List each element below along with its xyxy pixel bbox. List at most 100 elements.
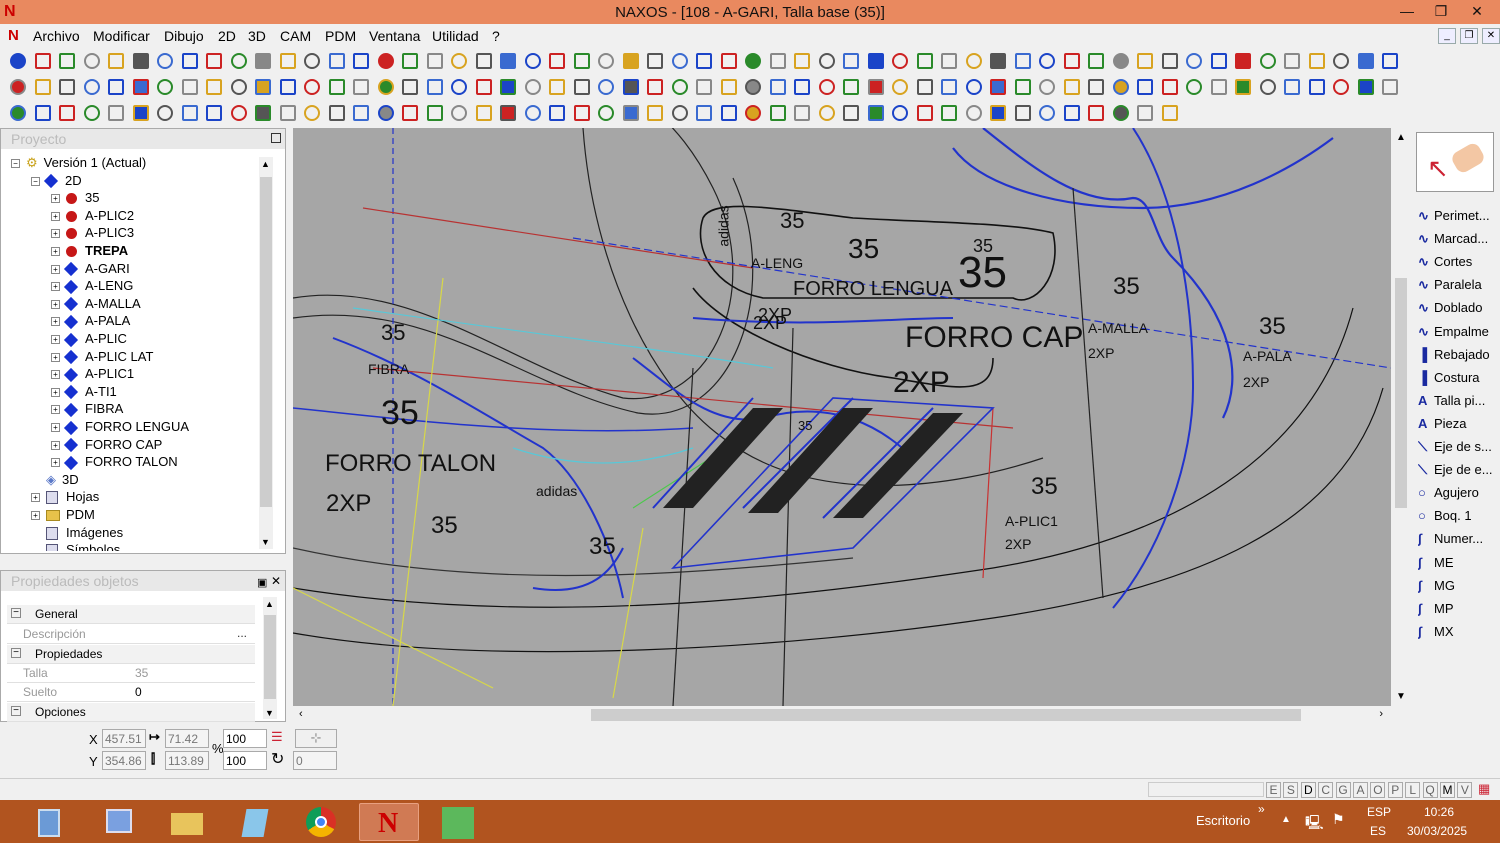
rotate-icon[interactable]: ↻ — [271, 749, 284, 769]
toolbar-tool-icon[interactable] — [255, 79, 271, 95]
toolbar-tool-icon[interactable] — [916, 105, 933, 121]
toolbar-tool-icon[interactable] — [304, 53, 320, 69]
toolbar-tool-icon[interactable] — [255, 105, 271, 121]
toolbar-tool-icon[interactable] — [647, 53, 663, 69]
toolbar-tool-icon[interactable] — [1063, 53, 1080, 69]
toolbar-tool-icon[interactable] — [843, 53, 859, 69]
menu-ventana[interactable]: Ventana — [369, 28, 420, 44]
toolbar-tool-icon[interactable] — [279, 105, 296, 121]
toolbar-tool-icon[interactable] — [1039, 105, 1055, 121]
toolbar-tool-icon[interactable] — [598, 105, 614, 121]
y-field[interactable]: 354.86 — [102, 751, 146, 770]
toolbar-tool-icon[interactable] — [132, 53, 149, 69]
toolbar-tool-icon[interactable] — [818, 79, 835, 95]
toolbar-tool-icon[interactable] — [132, 79, 149, 95]
mdi-close-button[interactable]: ✕ — [1482, 28, 1500, 44]
height-field[interactable]: 113.89 — [165, 751, 209, 770]
toolbar-tool-icon[interactable] — [647, 105, 663, 121]
taskbar-notepad-icon[interactable] — [224, 803, 284, 841]
toolbar-tool-icon[interactable] — [867, 53, 884, 69]
status-toggle-o[interactable]: O — [1370, 782, 1386, 798]
toolbar-tool-icon[interactable] — [206, 53, 222, 69]
toolbar-tool-icon[interactable] — [451, 53, 467, 69]
tool-mx[interactable]: ∫ MX — [1418, 624, 1500, 646]
toolbar-tool-icon[interactable] — [1112, 79, 1129, 95]
toolbar-tool-icon[interactable] — [965, 53, 982, 69]
expand-toggle-icon[interactable]: + — [51, 264, 60, 274]
toolbar-tool-icon[interactable] — [451, 105, 467, 121]
canvas-vscroll[interactable]: ▲ ▼ — [1392, 128, 1410, 706]
tree-item-versi-n-1-actual-[interactable]: − ⚙ Versión 1 (Actual) — [11, 155, 146, 172]
toolbar-tool-icon[interactable] — [671, 105, 688, 121]
tool-mp[interactable]: ∫ MP — [1418, 601, 1500, 623]
toolbar-tool-icon[interactable] — [1333, 79, 1349, 95]
toolbar-tool-icon[interactable] — [451, 79, 467, 95]
toolbar-tool-icon[interactable] — [426, 53, 443, 69]
panel-pin-icon[interactable] — [271, 133, 281, 143]
menu-utilidad[interactable]: Utilidad — [432, 28, 479, 44]
scale-y-field[interactable]: 100 — [223, 751, 267, 770]
toolbar-tool-icon[interactable] — [818, 53, 835, 69]
tool-numer[interactable]: ∫ Numer... — [1418, 531, 1500, 553]
section-propiedades[interactable]: − Propiedades — [7, 645, 255, 664]
toolbar-tool-icon[interactable] — [720, 53, 737, 69]
toolbar-tool-icon[interactable] — [475, 53, 492, 69]
taskbar-naxos-icon[interactable]: N — [359, 803, 419, 841]
toolbar-tool-icon[interactable] — [892, 79, 908, 95]
language-primary[interactable]: ESP — [1367, 805, 1391, 819]
tree-item-a-plic[interactable]: + A-PLIC — [51, 331, 127, 348]
toolbar-tool-icon[interactable] — [990, 105, 1006, 121]
angle-field[interactable]: 0 — [293, 751, 337, 770]
toolbar-tool-icon[interactable] — [157, 53, 173, 69]
tool-paralela[interactable]: ∿ Paralela — [1418, 277, 1500, 299]
tree-item-fibra[interactable]: + FIBRA — [51, 401, 123, 418]
toolbar-tool-icon[interactable] — [181, 105, 198, 121]
toolbar-tool-icon[interactable] — [230, 105, 247, 121]
tool-pieza[interactable]: A Pieza — [1418, 416, 1500, 438]
toolbar-tool-icon[interactable] — [965, 105, 982, 121]
toolbar-tool-icon[interactable] — [353, 53, 369, 69]
tree-item-forro-lengua[interactable]: + FORRO LENGUA — [51, 419, 189, 436]
tool-perimet[interactable]: ∿ Perimet... — [1418, 208, 1500, 230]
toolbar-tool-icon[interactable] — [157, 79, 173, 95]
tool-doblado[interactable]: ∿ Doblado — [1418, 300, 1500, 322]
toolbar-tool-icon[interactable] — [328, 105, 345, 121]
toolbar-tool-icon[interactable] — [206, 105, 222, 121]
tool-eje-de-e[interactable]: ⟍ Eje de e... — [1418, 462, 1500, 484]
toolbar-expand-icon[interactable]: » — [1258, 802, 1265, 816]
mdi-minimize-button[interactable]: _ — [1438, 28, 1456, 44]
toolbar-tool-icon[interactable] — [622, 79, 639, 95]
tree-item-a-plic-lat[interactable]: + A-PLIC LAT — [51, 349, 153, 366]
toolbar-tool-icon[interactable] — [769, 53, 786, 69]
toolbar-tool-icon[interactable] — [892, 53, 908, 69]
toolbar-tool-icon[interactable] — [426, 105, 443, 121]
tree-item-a-ti1[interactable]: + A-TI1 — [51, 384, 117, 401]
panel-dock-icon[interactable]: ▣ — [257, 576, 267, 589]
tree-item-3d[interactable]: +◈3D — [31, 472, 79, 489]
expand-toggle-icon[interactable]: − — [31, 176, 40, 186]
toolbar-tool-icon[interactable] — [1333, 53, 1349, 69]
toolbar-tool-icon[interactable] — [573, 105, 590, 121]
status-toggle-v[interactable]: V — [1457, 782, 1473, 798]
status-toggle-e[interactable]: E — [1266, 782, 1281, 798]
toolbar-tool-icon[interactable] — [353, 105, 369, 121]
toolbar-tool-icon[interactable] — [1039, 53, 1055, 69]
canvas-hscroll[interactable]: ‹ › — [293, 706, 1391, 724]
toolbar-tool-icon[interactable] — [745, 79, 761, 95]
toolbar-tool-icon[interactable] — [500, 79, 516, 95]
toolbar-tool-icon[interactable] — [304, 79, 320, 95]
minimize-button[interactable]: — — [1390, 0, 1424, 24]
width-field[interactable]: 71.42 — [165, 729, 209, 748]
toolbar-tool-icon[interactable] — [402, 53, 418, 69]
tree-scrollbar[interactable]: ▲ ▼ — [259, 157, 273, 549]
toolbar-tool-icon[interactable] — [647, 79, 663, 95]
expand-toggle-icon[interactable]: + — [51, 211, 60, 221]
tree-item-a-pala[interactable]: + A-PALA — [51, 313, 130, 330]
toolbar-tool-icon[interactable] — [475, 105, 492, 121]
expand-toggle-icon[interactable]: + — [51, 352, 60, 362]
toolbar-tool-icon[interactable] — [34, 105, 51, 121]
toolbar-tool-icon[interactable] — [1014, 53, 1031, 69]
toolbar-tool-icon[interactable] — [1137, 105, 1153, 121]
toolbar-tool-icon[interactable] — [549, 53, 565, 69]
descripcion-edit-button[interactable]: ... — [237, 626, 247, 640]
